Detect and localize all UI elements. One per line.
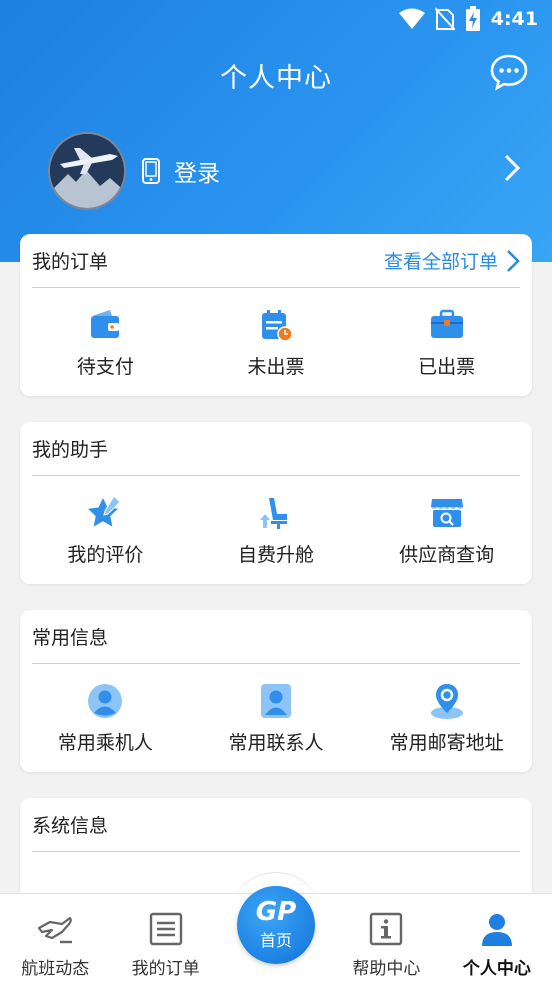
battery-charging-icon [465,6,480,31]
order-pending-payment[interactable]: 待支付 [20,288,191,396]
store-search-icon [430,498,463,527]
tab-label: 帮助中心 [352,959,421,979]
system-info-card-header: 系统信息 [32,798,520,852]
seat-upgrade-icon [260,497,287,529]
wifi-icon [398,8,425,29]
order-item-label: 待支付 [76,355,134,378]
view-all-orders-label: 查看全部订单 [383,251,498,273]
tab-label: 航班动态 [21,959,90,979]
airplane-avatar-icon [50,134,124,208]
contact-icon [261,683,291,718]
order-item-label: 未出票 [247,355,305,378]
frequent-mailing-addresses[interactable]: 常用邮寄地址 [361,664,532,772]
passenger-icon [88,683,123,718]
tab-help-center[interactable]: 帮助中心 [331,894,441,981]
chevron-right-icon [507,249,520,272]
login-link[interactable]: 登录 [174,154,220,188]
orders-card: 我的订单 查看全部订单 待支付 未出票 已出票 [20,234,532,396]
common-info-card: 常用信息 常用乘机人 常用联系人 常用邮寄地址 [20,610,532,772]
location-icon [430,683,463,719]
assistant-title: 我的助手 [32,439,109,461]
briefcase-icon [430,309,463,338]
tab-label: 我的订单 [131,959,200,979]
info-icon [370,912,403,946]
flight-status-icon [38,916,73,944]
order-issued[interactable]: 已出票 [361,288,532,396]
common-item-label: 常用联系人 [228,731,324,754]
phone-icon [142,158,160,184]
paid-upgrade[interactable]: 自费升舱 [191,476,362,584]
message-icon[interactable] [490,53,528,91]
chevron-right-icon[interactable] [502,153,522,183]
tab-label: 个人中心 [462,959,531,979]
system-info-title: 系统信息 [32,815,109,837]
home-logo-icon: GP [255,897,297,927]
orders-card-header: 我的订单 查看全部订单 [32,234,520,288]
user-icon [481,914,512,946]
common-item-label: 常用乘机人 [57,731,153,754]
tab-flight-status[interactable]: 航班动态 [0,894,110,981]
wallet-icon [91,309,120,338]
avatar[interactable] [48,132,126,210]
star-pen-icon [88,494,122,526]
order-not-issued[interactable]: 未出票 [191,288,362,396]
assistant-card-header: 我的助手 [32,422,520,476]
common-item-label: 常用邮寄地址 [389,731,504,754]
common-info-card-header: 常用信息 [32,610,520,664]
frequent-contacts[interactable]: 常用联系人 [191,664,362,772]
frequent-passengers[interactable]: 常用乘机人 [20,664,191,772]
home-button[interactable]: GP 首页 [237,886,315,964]
common-info-title: 常用信息 [32,627,109,649]
calendar-clock-icon [262,309,293,342]
tab-my-orders[interactable]: 我的订单 [110,894,220,981]
assistant-item-label: 供应商查询 [399,543,495,566]
supplier-query[interactable]: 供应商查询 [361,476,532,584]
order-list-icon [149,912,182,946]
order-item-label: 已出票 [418,355,476,378]
view-all-orders-link[interactable]: 查看全部订单 [384,247,520,274]
page-title: 个人中心 [220,63,332,94]
assistant-item-label: 我的评价 [67,543,144,566]
home-label: 首页 [259,931,292,950]
no-sim-icon [434,7,455,31]
assistant-item-label: 自费升舱 [238,543,315,566]
orders-title: 我的订单 [32,251,109,273]
my-reviews[interactable]: 我的评价 [20,476,191,584]
profile-login-row[interactable]: 登录 [48,131,528,211]
assistant-card: 我的助手 我的评价 自费升舱 供应商查询 [20,422,532,584]
status-bar: 4:41 [0,0,552,36]
tab-personal-center[interactable]: 个人中心 [442,894,552,981]
status-time: 4:41 [490,8,538,30]
